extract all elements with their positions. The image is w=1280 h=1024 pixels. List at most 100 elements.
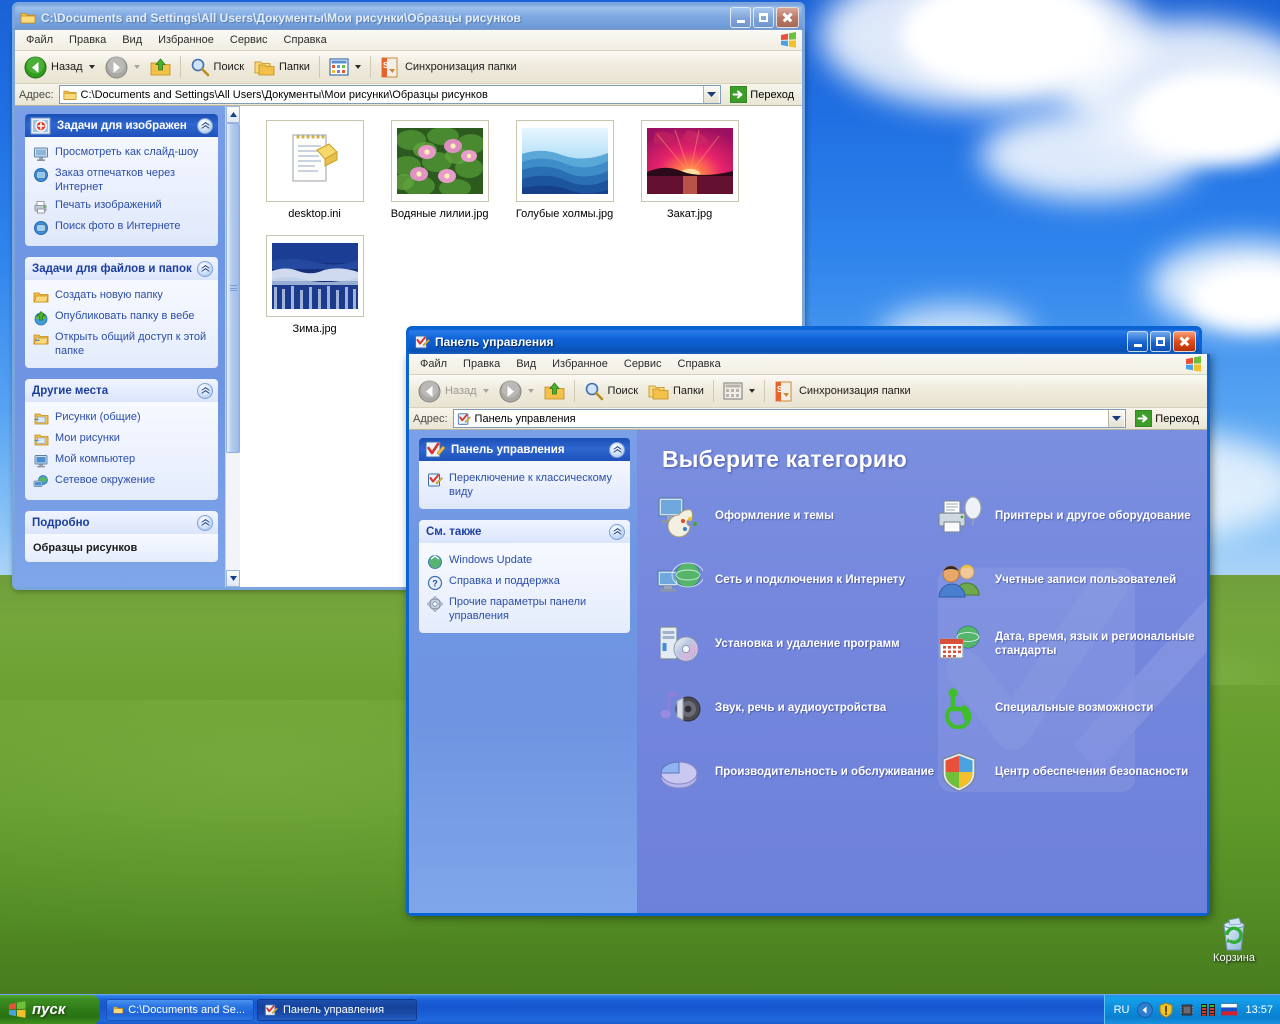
back-button[interactable]: Назад <box>19 54 100 81</box>
menu-item-view[interactable]: Вид <box>114 32 150 48</box>
task-link-web-photo-search[interactable]: Поиск фото в Интернете <box>33 217 210 238</box>
collapse-chevron-icon[interactable] <box>197 118 213 134</box>
place-link-my-computer[interactable]: Мой компьютер <box>33 450 210 471</box>
menu-item-tools[interactable]: Сервис <box>616 356 670 372</box>
collapse-chevron-icon[interactable] <box>609 442 625 458</box>
control-panel-titlebar[interactable]: Панель управления <box>406 326 1202 354</box>
menu-item-help[interactable]: Справка <box>670 356 729 372</box>
taskbar-task-explorer[interactable]: C:\Documents and Se... <box>106 999 254 1021</box>
collapse-chevron-icon[interactable] <box>197 383 213 399</box>
folders-button[interactable]: Папки <box>643 380 709 403</box>
scroll-up-button[interactable] <box>226 106 240 123</box>
menu-item-edit[interactable]: Правка <box>61 32 114 48</box>
back-dropdown-icon[interactable] <box>89 65 95 69</box>
taskbar-task-control-panel[interactable]: Панель управления <box>257 999 417 1021</box>
explorer-window-buttons[interactable] <box>730 7 799 28</box>
russian-flag-icon[interactable] <box>1221 1002 1237 1018</box>
menu-item-edit[interactable]: Правка <box>455 356 508 372</box>
menu-item-help[interactable]: Справка <box>276 32 335 48</box>
start-button[interactable]: пуск <box>0 995 100 1024</box>
task-link-share-folder[interactable]: Открыть общий доступ к этой папке <box>33 328 210 360</box>
task-group-header[interactable]: Задачи для файлов и папок <box>25 257 218 280</box>
scrollbar-track[interactable] <box>226 123 240 570</box>
maximize-button[interactable] <box>1150 331 1171 352</box>
place-link-network-places[interactable]: Сетевое окружение <box>33 471 210 492</box>
go-button[interactable]: Переход <box>726 86 798 103</box>
category-add-remove-programs[interactable]: Установка и удаление программ <box>657 623 937 687</box>
views-dropdown-icon[interactable] <box>749 389 755 393</box>
control-panel-toolbar[interactable]: Назад <box>409 375 1207 408</box>
scroll-down-button[interactable] <box>226 570 240 587</box>
views-dropdown-icon[interactable] <box>355 65 361 69</box>
task-link-publish-web[interactable]: Опубликовать папку в вебе <box>33 307 210 328</box>
task-link-print-pictures[interactable]: Печать изображений <box>33 196 210 217</box>
collapse-chevron-icon[interactable] <box>197 261 213 277</box>
category-appearance-themes[interactable]: Оформление и темы <box>657 495 937 559</box>
task-link-new-folder[interactable]: Создать новую папку <box>33 286 210 307</box>
desktop-icon-recycle-bin[interactable]: Корзина <box>1196 912 1272 965</box>
category-printers-hardware[interactable]: Принтеры и другое оборудование <box>937 495 1207 559</box>
explorer-titlebar[interactable]: C:\Documents and Settings\All Users\Доку… <box>12 2 805 30</box>
task-group-header[interactable]: Другие места <box>25 379 218 402</box>
category-network-internet[interactable]: Сеть и подключения к Интернету <box>657 559 937 623</box>
address-dropdown-button[interactable] <box>1108 410 1124 427</box>
task-group-header[interactable]: См. также <box>419 520 630 543</box>
category-sounds-audio[interactable]: Звук, речь и аудиоустройства <box>657 687 937 751</box>
control-panel-window[interactable]: Панель управления Файл Правка Вид Избран… <box>406 326 1202 354</box>
task-link-switch-classic-view[interactable]: Переключение к классическому виду <box>427 469 622 501</box>
link-help-support[interactable]: ? Справка и поддержка <box>427 572 622 593</box>
hardware-chip-icon[interactable] <box>1179 1002 1195 1018</box>
place-link-shared-pictures[interactable]: Рисунки (общие) <box>33 408 210 429</box>
scrollbar-thumb[interactable] <box>226 123 240 453</box>
minimize-button[interactable] <box>730 7 751 28</box>
explorer-menubar[interactable]: Файл Правка Вид Избранное Сервис Справка <box>15 30 802 51</box>
task-group-header[interactable]: Подробно <box>25 511 218 534</box>
views-button[interactable] <box>718 380 760 402</box>
address-input[interactable]: C:\Documents and Settings\All Users\Доку… <box>59 85 722 104</box>
file-item[interactable]: desktop.ini <box>252 116 377 231</box>
close-button[interactable] <box>1173 331 1196 352</box>
search-button[interactable]: Поиск <box>579 379 643 403</box>
category-security-center[interactable]: Центр обеспечения безопасности <box>937 751 1207 815</box>
menu-item-favorites[interactable]: Избранное <box>150 32 222 48</box>
menu-item-favorites[interactable]: Избранное <box>544 356 616 372</box>
collapse-chevron-icon[interactable] <box>197 515 213 531</box>
show-hidden-icons-chevron[interactable] <box>1137 1002 1153 1018</box>
explorer-toolbar[interactable]: Назад <box>15 51 802 84</box>
address-input[interactable]: Панель управления <box>453 409 1127 428</box>
menu-item-view[interactable]: Вид <box>508 356 544 372</box>
category-accessibility[interactable]: Специальные возможности <box>937 687 1207 751</box>
sync-folder-button[interactable]: S Синхронизация папки <box>375 55 522 80</box>
address-dropdown-button[interactable] <box>703 86 719 103</box>
category-performance-maintenance[interactable]: Производительность и обслуживание <box>657 751 937 815</box>
network-bars-icon[interactable] <box>1200 1002 1216 1018</box>
menu-item-file[interactable]: Файл <box>18 32 61 48</box>
file-item[interactable]: Зима.jpg <box>252 231 377 346</box>
up-button[interactable] <box>145 55 176 80</box>
go-button[interactable]: Переход <box>1131 410 1203 427</box>
security-shield-icon[interactable] <box>1158 1002 1174 1018</box>
category-user-accounts[interactable]: Учетные записи пользователей <box>937 559 1207 623</box>
up-button[interactable] <box>539 379 570 404</box>
close-button[interactable] <box>776 7 799 28</box>
minimize-button[interactable] <box>1127 331 1148 352</box>
link-other-control-panel-options[interactable]: Прочие параметры панели управления <box>427 593 622 625</box>
maximize-button[interactable] <box>753 7 774 28</box>
task-group-header[interactable]: Задачи для изображен <box>25 114 218 137</box>
link-windows-update[interactable]: Windows Update <box>427 551 622 572</box>
file-item[interactable]: Голубые холмы.jpg <box>502 116 627 231</box>
control-panel-window-buttons[interactable] <box>1127 331 1196 352</box>
task-group-header[interactable]: Панель управления <box>419 438 630 461</box>
folders-button[interactable]: Папки <box>249 56 315 79</box>
file-item[interactable]: Водяные лилии.jpg <box>377 116 502 231</box>
file-item[interactable]: Закат.jpg <box>627 116 752 231</box>
clock[interactable]: 13:57 <box>1245 1004 1273 1016</box>
explorer-address-bar[interactable]: Адрес: C:\Documents and Settings\All Use… <box>15 84 802 106</box>
menu-item-file[interactable]: Файл <box>412 356 455 372</box>
views-button[interactable] <box>324 56 366 78</box>
place-link-my-pictures[interactable]: Мои рисунки <box>33 429 210 450</box>
task-link-order-prints[interactable]: Заказ отпечатков через Интернет <box>33 164 210 196</box>
search-button[interactable]: Поиск <box>185 55 249 79</box>
control-panel-address-bar[interactable]: Адрес: Панель управления <box>409 408 1207 430</box>
menu-item-tools[interactable]: Сервис <box>222 32 276 48</box>
